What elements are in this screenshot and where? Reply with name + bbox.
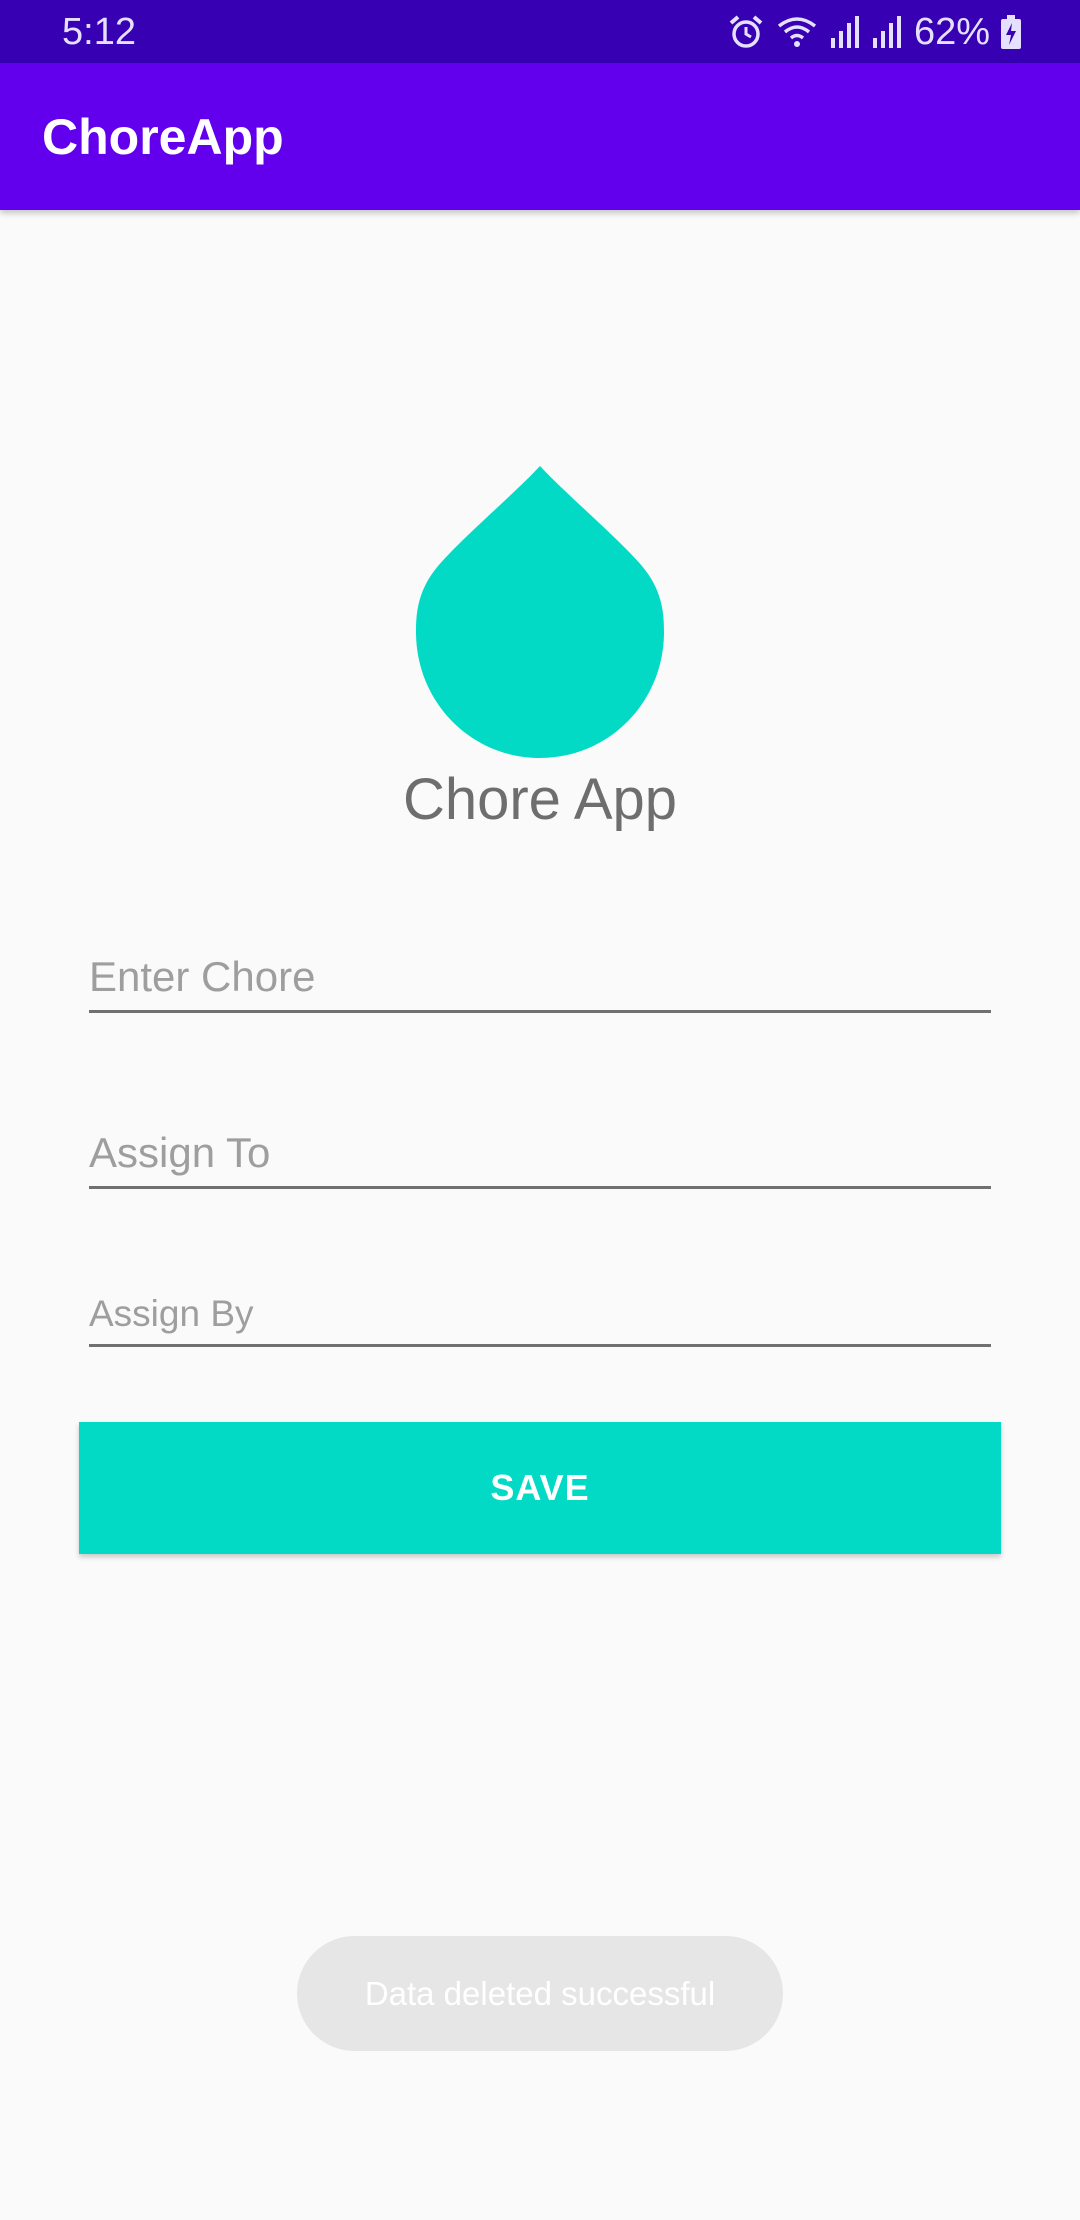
toast-message: Data deleted successful — [364, 1974, 716, 2012]
water-drop-icon — [416, 466, 664, 758]
alarm-icon — [729, 15, 763, 48]
status-time: 5:12 — [62, 11, 136, 53]
status-icons: 62% — [728, 8, 1022, 56]
battery-percent: 62% — [913, 11, 990, 53]
signal-icon — [872, 16, 901, 48]
save-button[interactable]: SAVE — [79, 1422, 1001, 1554]
app-bar: ChoreApp — [0, 63, 1080, 210]
assign-by-input[interactable] — [89, 1284, 991, 1344]
assign-to-input[interactable] — [89, 1120, 991, 1186]
signal-icon — [830, 16, 859, 48]
wifi-icon — [777, 17, 817, 47]
enter-chore-field[interactable] — [89, 944, 991, 1013]
assign-to-field[interactable] — [89, 1120, 991, 1189]
enter-chore-input[interactable] — [89, 944, 991, 1010]
app-title: ChoreApp — [42, 109, 284, 165]
logo-title: Chore App — [402, 767, 678, 832]
assign-by-field[interactable] — [89, 1284, 991, 1347]
toast: Data deleted successful — [297, 1936, 783, 2051]
save-button-label: SAVE — [490, 1467, 590, 1508]
battery-charging-icon — [1001, 15, 1021, 49]
status-bar: 5:12 62% — [0, 0, 1080, 63]
